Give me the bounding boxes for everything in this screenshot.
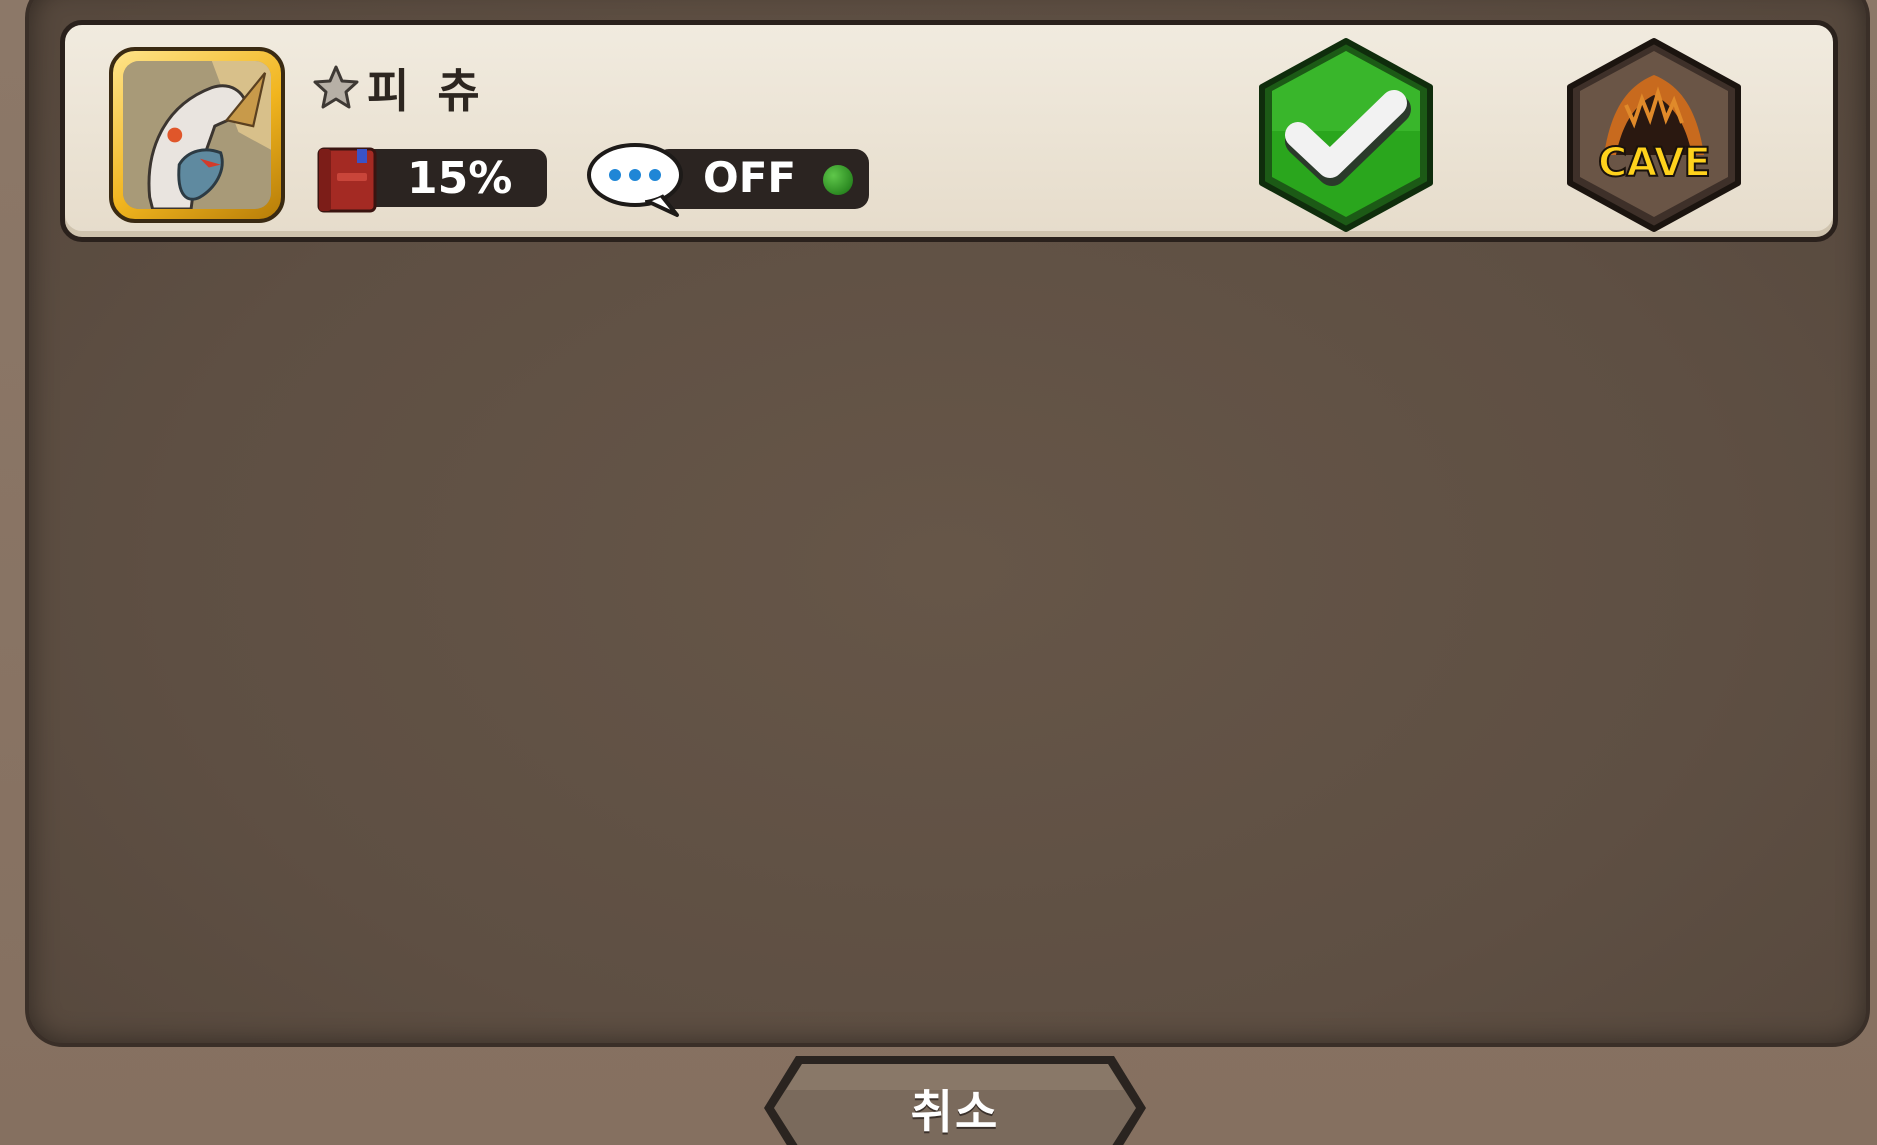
character-portrait <box>123 61 271 209</box>
chat-toggle[interactable]: OFF <box>585 139 885 219</box>
character-name: 피 츄 <box>367 64 486 118</box>
chat-status: OFF <box>703 153 797 202</box>
red-book-icon <box>317 147 377 213</box>
screen: 피 츄 15% OFF CAVE 취소 <box>0 0 1877 1145</box>
name-row: 피 츄 <box>311 55 486 121</box>
progress-percent: 15% <box>407 153 513 204</box>
checkmark-icon <box>1259 38 1433 232</box>
list-item[interactable]: 피 츄 15% OFF CAVE <box>60 20 1838 242</box>
cave-button[interactable]: CAVE <box>1560 35 1748 235</box>
avatar[interactable] <box>109 47 285 223</box>
collection-progress: 15% <box>315 145 549 213</box>
speech-bubble-icon <box>587 143 683 217</box>
status-dot <box>823 165 853 195</box>
cancel-label: 취소 <box>910 1085 1000 1139</box>
cave-label: CAVE <box>1597 139 1712 187</box>
confirm-button[interactable] <box>1252 35 1440 235</box>
cancel-button[interactable]: 취소 <box>760 1052 1150 1145</box>
star-outline-icon <box>313 65 359 109</box>
cave-icon <box>1567 38 1741 232</box>
dragon-portrait-icon <box>123 61 271 209</box>
